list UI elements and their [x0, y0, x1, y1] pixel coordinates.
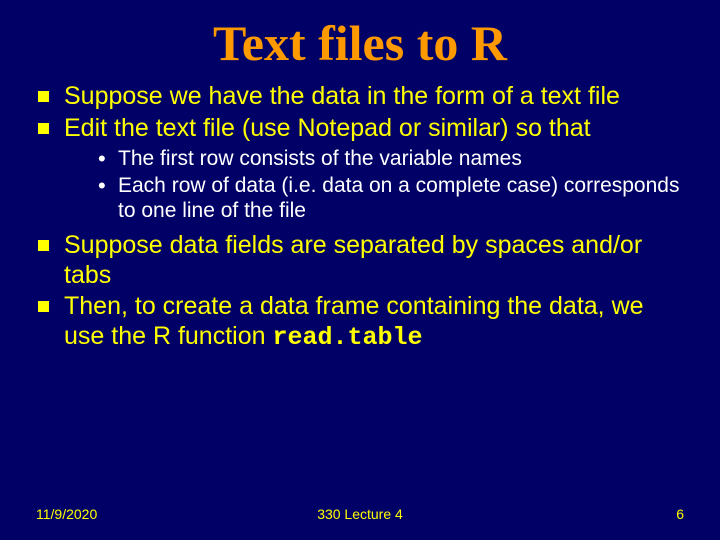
- footer-page-number: 6: [676, 506, 684, 522]
- bullet-item: Suppose data fields are separated by spa…: [34, 231, 690, 290]
- main-bullet-list: Suppose we have the data in the form of …: [34, 82, 690, 352]
- slide-content: Suppose we have the data in the form of …: [0, 82, 720, 352]
- bullet-text: Suppose data fields are separated by spa…: [64, 231, 642, 289]
- slide: Text files to R Suppose we have the data…: [0, 0, 720, 540]
- code-text: read.table: [272, 323, 422, 352]
- bullet-item: Suppose we have the data in the form of …: [34, 82, 690, 112]
- footer-date: 11/9/2020: [36, 506, 97, 522]
- sub-bullet-text: Each row of data (i.e. data on a complet…: [118, 174, 679, 222]
- sub-bullet-item: Each row of data (i.e. data on a complet…: [96, 174, 690, 224]
- sub-bullet-list: The first row consists of the variable n…: [64, 147, 690, 223]
- footer-center: 330 Lecture 4: [0, 506, 720, 522]
- sub-bullet-text: The first row consists of the variable n…: [118, 147, 522, 170]
- slide-footer: 330 Lecture 4 11/9/2020 6: [0, 506, 720, 522]
- slide-title: Text files to R: [0, 0, 720, 82]
- bullet-text: Suppose we have the data in the form of …: [64, 82, 620, 110]
- bullet-item: Then, to create a data frame containing …: [34, 292, 690, 352]
- sub-bullet-item: The first row consists of the variable n…: [96, 147, 690, 172]
- bullet-item: Edit the text file (use Notepad or simil…: [34, 114, 690, 224]
- bullet-text: Edit the text file (use Notepad or simil…: [64, 114, 591, 142]
